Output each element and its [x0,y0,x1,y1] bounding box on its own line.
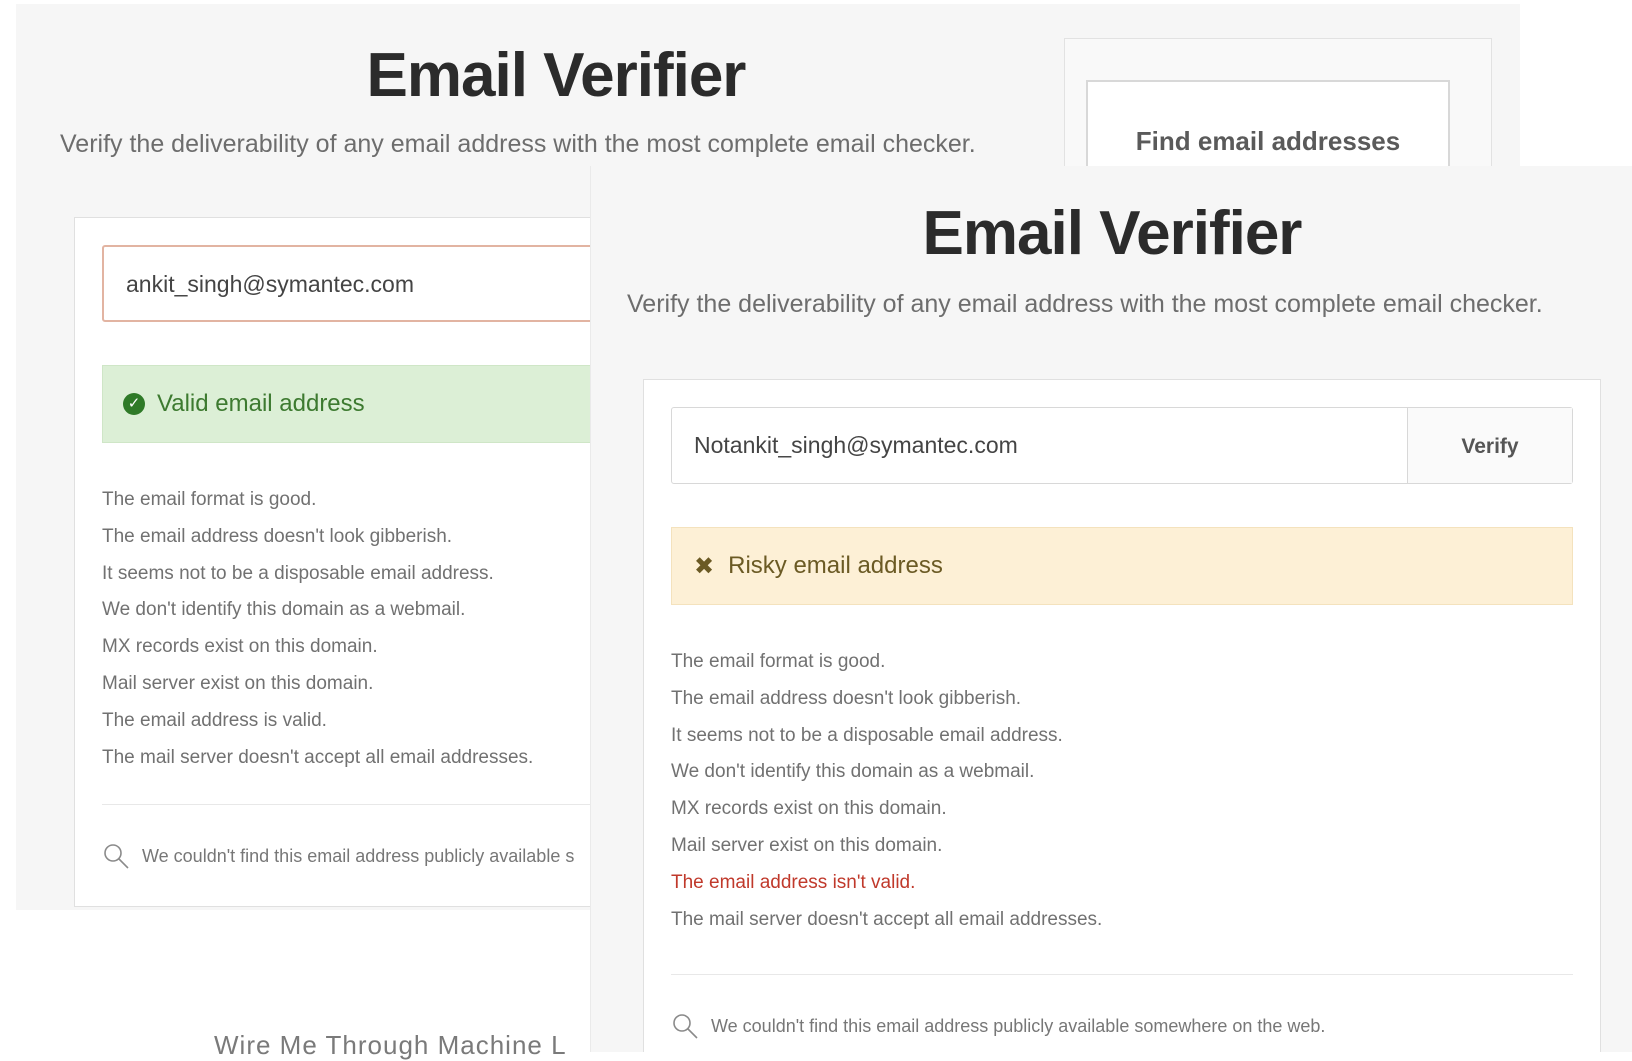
magnifier-icon [673,1014,698,1039]
check-item: It seems not to be a disposable email ad… [102,562,494,584]
check-item: The email address doesn't look gibberish… [102,525,453,547]
check-item: The email format is good. [671,651,886,672]
web-search-note: We couldn't find this email address publ… [671,1012,1325,1040]
check-list: The email format is good. The email addr… [102,488,533,782]
email-input-group: Notankit_singh@symantec.com Verify [671,407,1573,484]
check-item: The email address is valid. [102,709,327,731]
check-circle-icon: ✓ [123,393,145,415]
status-banner-risky: ✖ Risky email address [671,527,1573,605]
web-search-note: We couldn't find this email address publ… [102,842,574,870]
web-note-text: We couldn't find this email address publ… [142,845,575,866]
check-item: MX records exist on this domain. [102,636,378,658]
check-item: Mail server exist on this domain. [102,672,374,694]
check-item: The email format is good. [102,489,317,510]
check-item: The mail server doesn't accept all email… [671,908,1103,930]
web-note-text: We couldn't find this email address publ… [711,1015,1326,1036]
front-screenshot: Email Verifier Verify the deliverability… [590,166,1632,1052]
check-item: The email address doesn't look gibberish… [671,687,1022,709]
page-subtitle: Verify the deliverability of any email a… [627,290,1543,318]
x-mark-icon: ✖ [694,553,715,580]
page-subtitle: Verify the deliverability of any email a… [60,130,976,158]
check-item: We don't identify this domain as a webma… [102,599,466,621]
check-item: Mail server exist on this domain. [671,834,943,856]
email-input[interactable]: Notankit_singh@symantec.com [672,408,1408,483]
page-title: Email Verifier [366,41,747,110]
check-item: We don't identify this domain as a webma… [671,761,1035,783]
check-item-error: The email address isn't valid. [671,871,916,893]
divider [671,974,1573,975]
check-item: The mail server doesn't accept all email… [102,746,534,768]
page-title: Email Verifier [922,199,1303,268]
status-text: Valid email address [157,390,365,417]
underlying-page-text: Wire Me Through Machine L [214,1030,567,1060]
status-text: Risky email address [728,552,943,579]
check-list: The email format is good. The email addr… [671,650,1102,944]
check-item: MX records exist on this domain. [671,798,947,820]
verify-button[interactable]: Verify [1408,408,1572,483]
magnifier-icon [104,844,129,869]
check-item: It seems not to be a disposable email ad… [671,724,1063,746]
